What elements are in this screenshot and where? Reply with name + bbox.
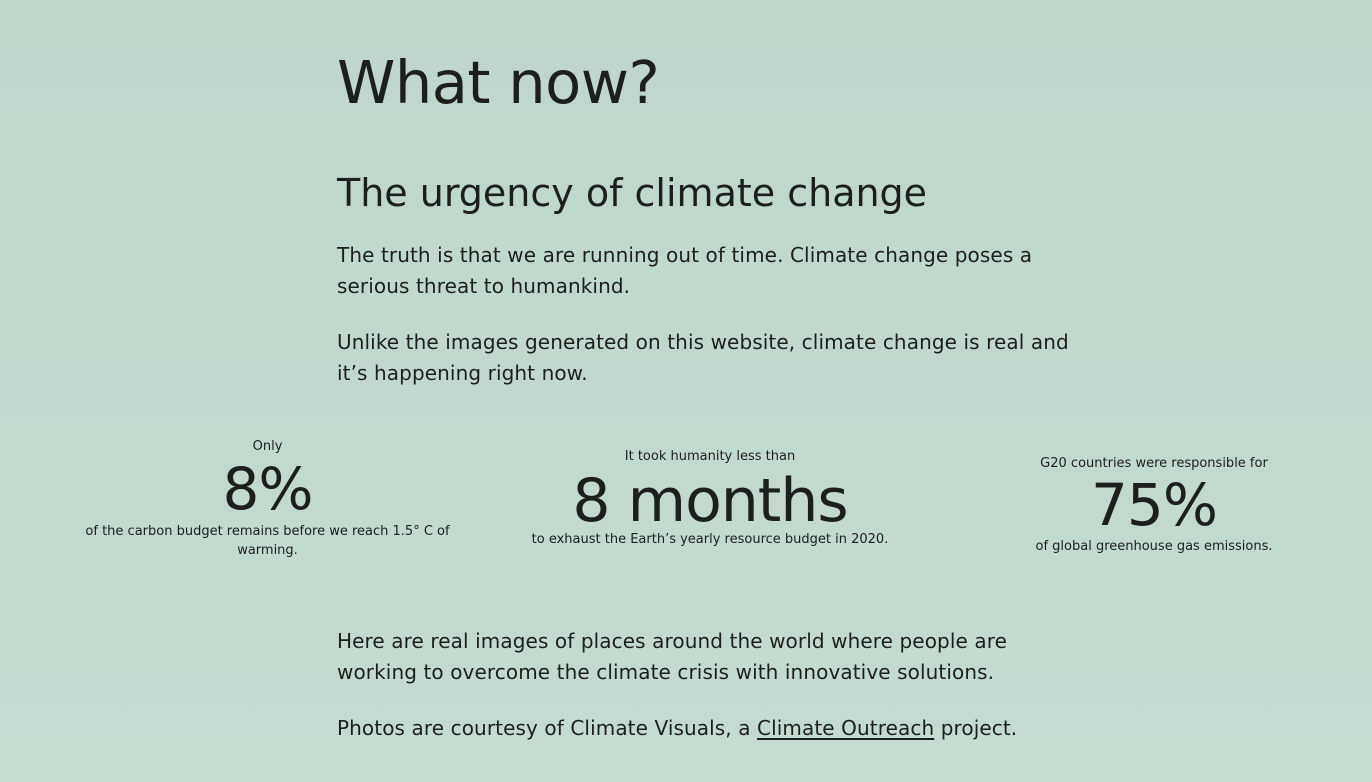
stat-value: 8% (222, 455, 313, 523)
intro-paragraph: The truth is that we are running out of … (337, 243, 1033, 298)
stat-caption: of the carbon budget remains before we r… (85, 524, 450, 558)
page: What now? The urgency of climate change … (0, 0, 1372, 782)
stat-value: 8 months (572, 466, 848, 536)
stat-g20-emissions: G20 countries were responsible for 75% o… (1020, 455, 1288, 556)
stat-caption: to exhaust the Earth’s yearly resource b… (531, 532, 889, 547)
page-title: What now? (337, 48, 660, 117)
stat-prefix: It took humanity less than (624, 449, 796, 464)
stat-resource-budget: It took humanity less than 8 months to e… (510, 448, 910, 549)
stat-value: 75% (1091, 471, 1218, 539)
solutions-paragraph: Here are real images of places around th… (337, 629, 1008, 684)
section-heading: The urgency of climate change (337, 171, 928, 215)
climate-outreach-link[interactable]: Climate Outreach (757, 716, 934, 740)
credit-text-before: Photos are courtesy of Climate Visuals, … (337, 716, 758, 740)
stat-carbon-budget: Only 8% of the carbon budget remains bef… (80, 438, 455, 560)
stat-prefix: Only (252, 439, 283, 454)
stat-caption: of global greenhouse gas emissions. (1035, 539, 1273, 554)
credit-paragraph: Photos are courtesy of Climate Visuals, … (337, 713, 1097, 744)
credit-text-after: project. (934, 716, 1018, 740)
real-paragraph: Unlike the images generated on this webs… (337, 330, 1069, 385)
